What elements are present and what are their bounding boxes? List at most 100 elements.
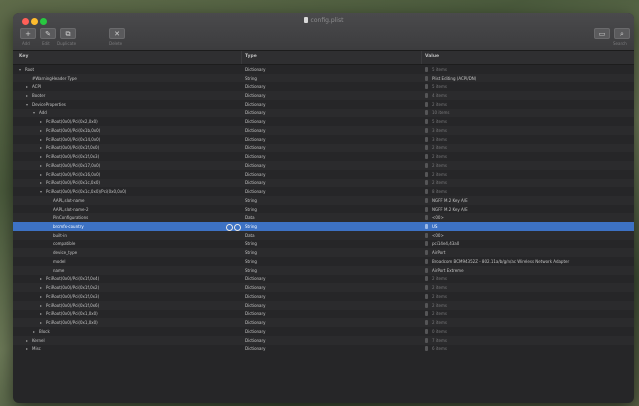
row-value[interactable]: 3 items: [425, 136, 447, 142]
value-stepper-icon[interactable]: [425, 267, 428, 273]
value-stepper-icon[interactable]: [425, 145, 428, 151]
outline-row[interactable]: name String AirPort Extreme: [13, 265, 634, 275]
row-key[interactable]: ▾ Add: [33, 110, 47, 115]
outline-row[interactable]: brcmfx-country String US: [13, 222, 634, 231]
value-stepper-icon[interactable]: [425, 189, 428, 195]
value-stepper-icon[interactable]: [425, 328, 428, 334]
outline-row[interactable]: ▸ PciRoot(0x0)/Pci(0x16,0x0) Dictionary 2 i…: [13, 170, 634, 179]
row-type[interactable]: Dictionary: [245, 285, 266, 290]
outline-row[interactable]: ▸ PciRoot(0x0)/Pci(0x1f,0x3) Dictionary 2 i…: [13, 292, 634, 301]
outline-row[interactable]: ▸ Misc Dictionary 6 items: [13, 345, 634, 354]
value-stepper-icon[interactable]: [425, 276, 428, 282]
row-type[interactable]: Dictionary: [245, 154, 266, 159]
row-value[interactable]: 6 items: [425, 346, 447, 352]
row-type[interactable]: String: [245, 250, 257, 255]
row-value[interactable]: 2 items: [425, 171, 447, 177]
row-type[interactable]: Dictionary: [245, 303, 266, 308]
outline-row[interactable]: ▸ Block Dictionary 0 items: [13, 327, 634, 336]
value-stepper-icon[interactable]: [425, 154, 428, 160]
value-stepper-icon[interactable]: [425, 197, 428, 203]
value-stepper-icon[interactable]: [425, 180, 428, 186]
value-stepper-icon[interactable]: [425, 232, 428, 238]
column-header-type[interactable]: Type: [245, 54, 257, 59]
row-type[interactable]: String: [245, 76, 257, 81]
outline-row[interactable]: device_type String AirPort: [13, 248, 634, 258]
row-type[interactable]: Dictionary: [245, 189, 266, 194]
value-stepper-icon[interactable]: [425, 311, 428, 317]
value-stepper-icon[interactable]: [425, 215, 428, 221]
row-type[interactable]: Dictionary: [245, 145, 266, 150]
row-type[interactable]: Dictionary: [245, 163, 266, 168]
row-key[interactable]: ▸ PciRoot(0x0)/Pci(0x1b,0x0): [40, 128, 100, 133]
outline-row[interactable]: #WarningHeader Type String Plist Editing (…: [13, 73, 634, 83]
value-stepper-icon[interactable]: [425, 250, 428, 256]
outline-row[interactable]: ▸ Kernel Dictionary 7 items: [13, 335, 634, 345]
column-divider[interactable]: [241, 51, 242, 64]
row-type[interactable]: Dictionary: [245, 84, 266, 89]
row-type[interactable]: String: [245, 268, 257, 273]
outline-row[interactable]: ▸ ACPI Dictionary 5 items: [13, 82, 634, 91]
outline-row[interactable]: ▸ PciRoot(0x0)/Pci(0x1f,0x0) Dictionary 2 i…: [13, 143, 634, 153]
row-key[interactable]: AAPL,slot-name-2: [47, 207, 88, 212]
outline-row[interactable]: compatible String pci14e4,43a0: [13, 240, 634, 249]
outline-row[interactable]: ▾ Root Dictionary 5 items: [13, 65, 634, 74]
edit-button[interactable]: ✎: [40, 28, 56, 39]
outline-row[interactable]: built-in Data <00>: [13, 230, 634, 240]
value-stepper-icon[interactable]: [425, 101, 428, 107]
row-key[interactable]: compatible: [47, 241, 75, 246]
value-stepper-icon[interactable]: [425, 84, 428, 90]
row-key[interactable]: ▸ PciRoot(0x0)/Pci(0x1,0x0): [40, 320, 98, 325]
outline-row[interactable]: ▸ PciRoot(0x0)/Pci(0x1c,0x0) Dictionary 2 i…: [13, 178, 634, 188]
row-key[interactable]: ▸ PciRoot(0x0)/Pci(0x14,0x0): [40, 137, 100, 142]
outline-row[interactable]: ▸ PciRoot(0x0)/Pci(0x14,0x0) Dictionary 3 i…: [13, 135, 634, 144]
row-value[interactable]: AirPort: [425, 250, 445, 256]
outline-row[interactable]: ▸ Booter Dictionary 4 items: [13, 91, 634, 100]
value-stepper-icon[interactable]: [425, 285, 428, 291]
row-value[interactable]: US: [425, 224, 437, 230]
outline-row[interactable]: ▾ PciRoot(0x0)/Pci(0x1c,0x0)/Pci(0x0,0x0)…: [13, 187, 634, 196]
row-key[interactable]: ▾ DeviceProperties: [26, 102, 66, 107]
value-stepper-icon[interactable]: [425, 206, 428, 212]
value-stepper-icon[interactable]: [425, 127, 428, 133]
row-type[interactable]: Dictionary: [245, 93, 266, 98]
row-key[interactable]: ▸ PciRoot(0x0)/Pci(0x1f,0x0): [40, 145, 99, 150]
value-stepper-icon[interactable]: [425, 119, 428, 125]
value-stepper-icon[interactable]: [425, 93, 428, 98]
column-divider[interactable]: [421, 51, 422, 64]
row-key[interactable]: ▸ ACPI: [26, 84, 41, 89]
row-key[interactable]: ▸ PciRoot(0x0)/Pci(0x2,0x0): [40, 119, 98, 124]
row-key[interactable]: device_type: [47, 250, 77, 255]
row-value[interactable]: <00>: [425, 232, 444, 238]
outline-row[interactable]: ▸ PciRoot(0x0)/Pci(0x1,0x0) Dictionary 2 it…: [13, 310, 634, 319]
row-type[interactable]: Dictionary: [245, 102, 266, 107]
row-type[interactable]: Dictionary: [245, 294, 266, 299]
row-key[interactable]: ▸ PciRoot(0x0)/Pci(0x17,0x0): [40, 163, 100, 168]
row-value[interactable]: 8 items: [425, 189, 447, 195]
value-stepper-icon[interactable]: [425, 171, 428, 177]
row-value[interactable]: AirPort Extreme: [425, 267, 464, 273]
row-type[interactable]: String: [245, 207, 257, 212]
row-type[interactable]: Dictionary: [245, 276, 266, 281]
row-key[interactable]: ▸ Kernel: [26, 338, 45, 343]
row-key[interactable]: name: [47, 268, 64, 273]
outline-row[interactable]: ▸ PciRoot(0x0)/Pci(0x1f,0x2) Dictionary 2 i…: [13, 283, 634, 293]
outline-row[interactable]: ▸ PciRoot(0x0)/Pci(0x2,0x0) Dictionary 5 it…: [13, 117, 634, 126]
row-key[interactable]: brcmfx-country: [47, 224, 84, 229]
row-value[interactable]: 0 items: [425, 328, 447, 334]
row-type[interactable]: String: [245, 198, 257, 203]
row-value[interactable]: 2 items: [425, 145, 447, 151]
row-key[interactable]: ▸ PciRoot(0x0)/Pci(0x1f,0x3): [40, 294, 99, 299]
row-type[interactable]: Dictionary: [245, 329, 266, 334]
value-stepper-icon[interactable]: [425, 224, 428, 230]
row-key[interactable]: ▾ PciRoot(0x0)/Pci(0x1c,0x0)/Pci(0x0,0x0): [40, 189, 126, 194]
outline-row[interactable]: AAPL,slot-name-2 String NGFF M.2 Key A/E: [13, 205, 634, 214]
outline-row[interactable]: ▸ PciRoot(0x0)/Pci(0x17,0x0) Dictionary 2 i…: [13, 161, 634, 170]
outline-row[interactable]: AAPL,slot-name String NGFF M.2 Key A/E: [13, 196, 634, 205]
value-stepper-icon[interactable]: [425, 337, 428, 343]
delete-button[interactable]: ✕: [109, 28, 125, 39]
row-type[interactable]: Dictionary: [245, 180, 266, 185]
search-button[interactable]: ⌕: [614, 28, 630, 39]
row-key[interactable]: ▸ Booter: [26, 93, 45, 98]
value-stepper-icon[interactable]: [425, 302, 428, 308]
value-stepper-icon[interactable]: [425, 293, 428, 299]
